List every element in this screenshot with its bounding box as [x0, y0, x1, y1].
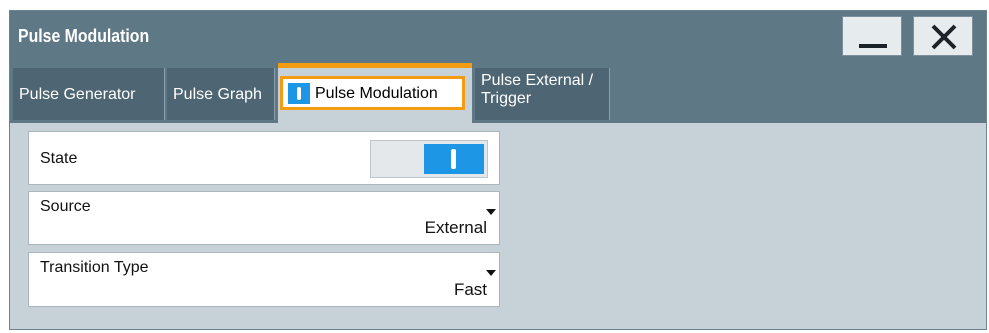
dropdown-arrow-icon: [486, 209, 496, 215]
title-bar: Pulse Modulation: [10, 11, 986, 61]
close-icon: [931, 24, 957, 50]
window-title: Pulse Modulation: [18, 26, 150, 46]
tab-pulse-modulation[interactable]: Pulse Modulation: [278, 63, 472, 123]
tab-pulse-external-trigger[interactable]: Pulse External / Trigger: [475, 68, 610, 120]
on-indicator-icon: [288, 83, 310, 104]
toggle-on-icon: [424, 144, 484, 174]
dropdown-arrow-icon: [486, 270, 496, 276]
state-row: State: [28, 131, 500, 185]
tab-label: Pulse Graph: [173, 86, 262, 103]
transition-type-label: Transition Type: [40, 259, 149, 276]
source-label: Source: [40, 198, 91, 215]
tab-label: Pulse Modulation: [315, 85, 438, 102]
tab-pulse-graph[interactable]: Pulse Graph: [167, 68, 275, 120]
pulse-modulation-dialog: Pulse Modulation Pulse Generator Pulse G…: [9, 10, 987, 330]
close-button[interactable]: [913, 16, 973, 56]
source-dropdown[interactable]: Source External: [28, 191, 500, 245]
minimize-button[interactable]: [842, 16, 902, 56]
tab-label: Pulse External / Trigger: [481, 72, 594, 107]
transition-type-dropdown[interactable]: Transition Type Fast: [28, 252, 500, 307]
tab-pulse-generator[interactable]: Pulse Generator: [13, 68, 165, 120]
state-toggle[interactable]: [370, 140, 488, 178]
state-label: State: [40, 150, 78, 167]
active-tab-label-box: Pulse Modulation: [280, 76, 465, 110]
minimize-icon: [859, 44, 887, 48]
tab-label: Pulse Generator: [19, 86, 136, 103]
source-value: External: [424, 218, 487, 237]
transition-type-value: Fast: [453, 280, 487, 299]
